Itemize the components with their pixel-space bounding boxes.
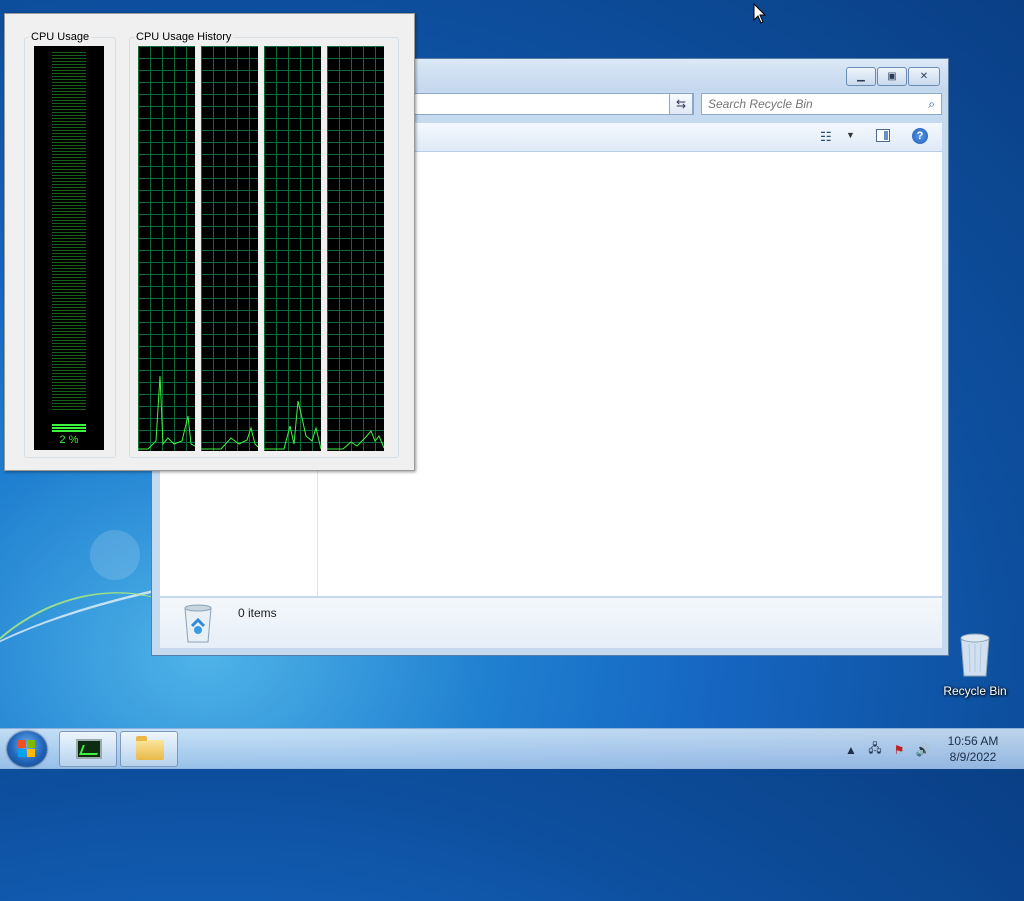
item-count-text: 0 items xyxy=(238,606,277,620)
cpu-history-graph-core-3 xyxy=(264,46,321,451)
desktop-recycle-bin-shortcut[interactable]: Recycle Bin xyxy=(943,628,1007,700)
mouse-cursor-icon xyxy=(753,3,767,24)
details-pane: 0 items xyxy=(160,597,942,648)
action-center-flag-icon[interactable]: ⚑ xyxy=(891,743,907,757)
cpu-history-label: CPU Usage History xyxy=(134,31,234,43)
cpu-percent-text: 2 % xyxy=(59,434,79,446)
folder-icon xyxy=(136,736,164,760)
cpu-history-graph-core-2 xyxy=(201,46,258,451)
clock-time: 10:56 AM xyxy=(947,734,999,748)
task-manager-performance-window[interactable]: CPU Usage 2 % CPU Usage History xyxy=(4,13,415,471)
recycle-bin-icon xyxy=(184,604,212,643)
cpu-history-graph-core-1 xyxy=(138,46,195,451)
clock[interactable]: 10:56 AM 8/9/2022 xyxy=(938,733,1008,765)
cpu-meter-grid xyxy=(52,52,86,412)
help-icon[interactable]: ? xyxy=(912,128,928,144)
view-options-dropdown-icon[interactable]: ▼ xyxy=(846,130,855,140)
show-hidden-icons-arrow-icon[interactable]: ▲ xyxy=(843,743,859,757)
minimize-button[interactable]: ▁ xyxy=(846,67,876,86)
search-box[interactable]: ⌕ xyxy=(701,93,942,115)
network-icon[interactable]: 🖧 xyxy=(867,739,883,760)
wallpaper-glow xyxy=(90,530,140,580)
window-controls: ▁ ▣ ✕ xyxy=(846,67,940,86)
system-tray: ▲ 🖧 ⚑ 🔊 xyxy=(843,739,931,760)
maximize-button[interactable]: ▣ xyxy=(877,67,907,86)
desktop-icon-label: Recycle Bin xyxy=(943,684,1007,698)
volume-icon[interactable]: 🔊 xyxy=(915,743,931,757)
refresh-button[interactable]: ⇆ xyxy=(669,93,693,115)
taskbar-windows-explorer-button[interactable] xyxy=(120,731,178,767)
recycle-bin-icon xyxy=(960,633,990,677)
cpu-usage-meter: 2 % xyxy=(34,46,104,450)
start-button[interactable] xyxy=(7,731,47,767)
search-icon[interactable]: ⌕ xyxy=(928,97,935,112)
search-input[interactable] xyxy=(708,97,913,111)
cpu-history-graph-core-4 xyxy=(327,46,384,451)
preview-pane-icon[interactable] xyxy=(876,129,890,142)
clock-date: 8/9/2022 xyxy=(949,750,997,764)
change-view-icon[interactable]: ☷ xyxy=(820,129,834,144)
cpu-usage-label: CPU Usage xyxy=(29,31,92,43)
task-manager-icon xyxy=(76,739,102,759)
taskbar: ▲ 🖧 ⚑ 🔊 10:56 AM 8/9/2022 xyxy=(0,728,1024,769)
cpu-meter-fill xyxy=(52,424,86,432)
taskbar-task-manager-button[interactable] xyxy=(59,731,117,767)
close-button[interactable]: ✕ xyxy=(908,67,940,86)
